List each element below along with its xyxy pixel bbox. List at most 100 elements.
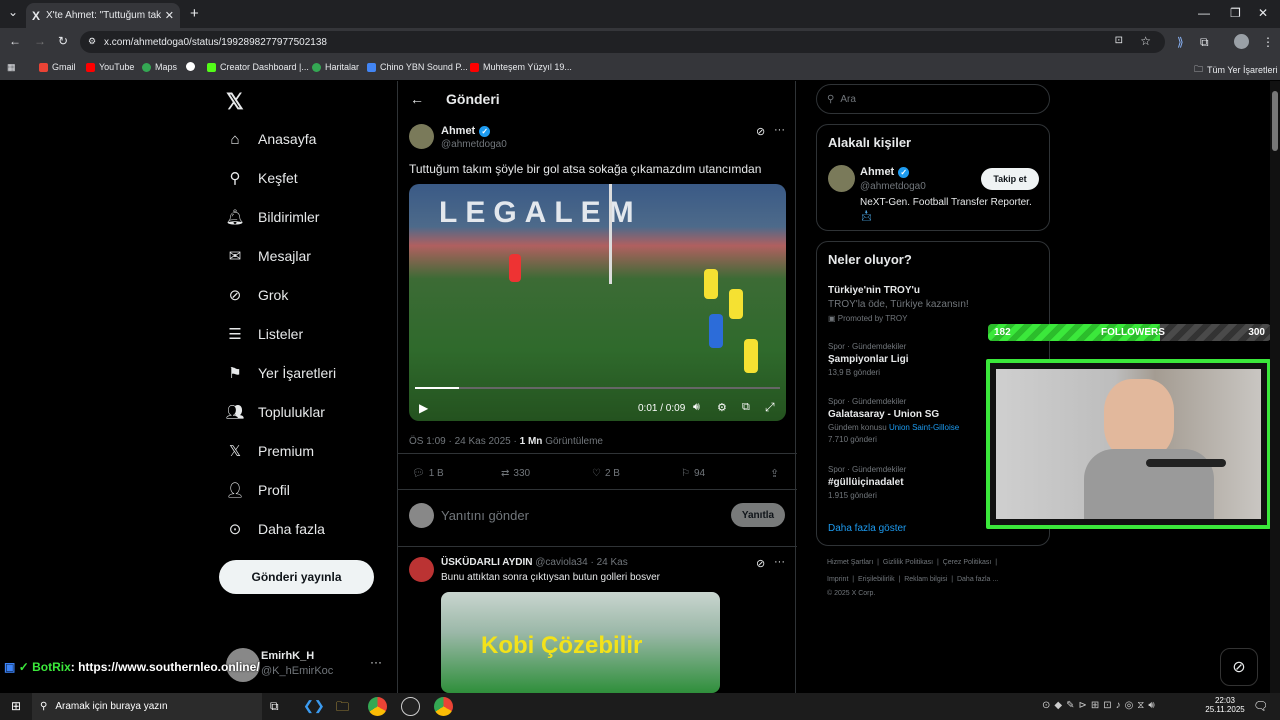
bookmark-action[interactable]: ⚐ 94: [681, 468, 705, 479]
like-action[interactable]: ♡ 2 B: [592, 468, 620, 479]
browser-tab[interactable]: X X'te Ahmet: "Tuttuğum takım ş ✕: [26, 3, 180, 28]
bookmark-muhtesem[interactable]: Muhteşem Yüzyıl 19...: [470, 62, 572, 72]
nav-bookmarks[interactable]: ⚑ Yer İşaretleri: [226, 364, 336, 382]
trend-item[interactable]: Spor · Gündemdekiler Şampiyonlar Ligi 13…: [828, 342, 909, 377]
nav-notifications[interactable]: 🔔︎ Bildirimler: [225, 208, 319, 226]
nav-premium[interactable]: 𝕏 Premium: [226, 442, 314, 460]
nav-grok[interactable]: ⊘ Grok: [226, 286, 289, 304]
post-more-icon[interactable]: ···: [774, 124, 785, 136]
footer-link[interactable]: Çerez Politikası: [943, 559, 992, 566]
nav-communities[interactable]: 👥︎ Topluluklar: [225, 403, 324, 421]
cast-icon[interactable]: ⟫: [1177, 35, 1184, 49]
bookmark-maps[interactable]: Maps: [142, 62, 177, 72]
bookmark-chino[interactable]: Chino YBN Sound P...: [367, 62, 468, 72]
clock[interactable]: 22:03 25.11.2025: [1205, 696, 1245, 714]
windows-start-icon[interactable]: ⊞: [11, 699, 21, 713]
author-avatar[interactable]: [409, 124, 434, 149]
nav-lists[interactable]: ☰ Listeler: [226, 325, 303, 343]
footer-link[interactable]: Imprint: [827, 576, 848, 583]
account-name: EmirhK_H: [261, 650, 315, 662]
footer-link[interactable]: Gizlilik Politikası: [883, 559, 933, 566]
star-icon[interactable]: ☆: [1140, 34, 1151, 48]
vscode-icon[interactable]: ❮❯: [303, 698, 325, 714]
scrollbar-thumb[interactable]: [1272, 91, 1278, 151]
reply-action[interactable]: 💬︎ 1 B: [412, 468, 444, 479]
back-arrow-icon[interactable]: ←: [410, 91, 424, 107]
reply-author-avatar[interactable]: [409, 557, 434, 582]
play-icon[interactable]: ▶: [419, 401, 428, 415]
site-info-icon[interactable]: ⚙: [88, 36, 96, 47]
video-player[interactable]: LEGALEM ▶ 0:01 / 0:09 🔊︎ ⚙ ⧉ ⤢: [409, 184, 786, 421]
nav-more[interactable]: ⊙ Daha fazla: [226, 520, 325, 538]
scrollbar[interactable]: [1270, 81, 1280, 693]
bookmark-creator-dashboard[interactable]: Creator Dashboard |...: [207, 62, 309, 72]
account-menu-icon[interactable]: ···: [370, 655, 382, 669]
task-view-icon[interactable]: ⧉: [270, 699, 279, 714]
back-icon[interactable]: ←: [9, 34, 21, 48]
obs-icon[interactable]: [401, 697, 420, 716]
nav-explore[interactable]: ⚲ Keşfet: [226, 169, 298, 187]
author-name-row[interactable]: Ahmet ✓: [441, 125, 491, 137]
forward-icon[interactable]: →: [34, 34, 46, 48]
restore-icon[interactable]: ❐: [1230, 6, 1241, 20]
tab-close-icon[interactable]: ✕: [165, 9, 174, 22]
close-window-icon[interactable]: ✕: [1258, 6, 1268, 20]
new-tab-icon[interactable]: +: [190, 5, 199, 22]
reply-author-row[interactable]: ÜSKÜDARLI AYDIN @caviola34 · 24 Kas: [441, 557, 628, 568]
apps-icon[interactable]: ▦: [7, 62, 16, 73]
pip-icon[interactable]: ⧉: [742, 401, 750, 414]
chrome-menu-icon[interactable]: ⋮: [1262, 35, 1274, 49]
followers-goal: 300: [1248, 327, 1265, 338]
bookmark-google[interactable]: [186, 62, 195, 71]
nav-profile[interactable]: 👤︎ Profil: [225, 481, 289, 499]
footer-link[interactable]: Erişilebilirlik: [858, 576, 895, 583]
related-handle: @ahmetdoga0: [860, 181, 926, 192]
follow-button[interactable]: Takip et: [981, 168, 1039, 190]
extensions-icon[interactable]: ⧉: [1200, 35, 1209, 50]
x-logo-icon[interactable]: 𝕏: [226, 89, 244, 115]
reply-input[interactable]: Yanıtını gönder: [441, 508, 529, 523]
footer-link[interactable]: Hizmet Şartları: [827, 559, 873, 566]
reply-image[interactable]: Kobi Çözebilir: [441, 592, 720, 693]
share-icon[interactable]: ⇪: [770, 467, 779, 480]
minimize-icon[interactable]: —: [1198, 6, 1210, 20]
footer-link[interactable]: Reklam bilgisi: [904, 576, 947, 583]
retweet-action[interactable]: ⇄ 330: [501, 468, 530, 479]
post-button[interactable]: Gönderi yayınla: [219, 560, 374, 594]
goalkeeper: [509, 254, 521, 282]
notifications-icon[interactable]: 🗨︎: [1253, 699, 1268, 713]
all-bookmarks[interactable]: 🗀 Tüm Yer İşaretleri: [1194, 62, 1278, 78]
volume-icon[interactable]: 🔊︎: [693, 401, 700, 414]
trend-item[interactable]: Türkiye'nin TROY'u TROY'la öde, Türkiye …: [828, 285, 969, 323]
tab-search-icon[interactable]: ⌄: [8, 5, 18, 19]
nav-messages[interactable]: ✉ Mesajlar: [226, 247, 311, 265]
file-explorer-icon[interactable]: 🗀: [336, 698, 349, 720]
show-more-link[interactable]: Daha fazla göster: [828, 523, 906, 534]
url-field[interactable]: ⚙ x.com/ahmetdoga0/status/19928982779775…: [80, 31, 1165, 53]
reply-more-icon[interactable]: ···: [774, 556, 785, 568]
profile-avatar[interactable]: [1234, 34, 1249, 49]
footer-link[interactable]: Daha fazla ...: [957, 576, 998, 583]
taskbar-search[interactable]: ⚲ Aramak için buraya yazın: [32, 693, 262, 720]
system-tray-icons[interactable]: ⊙◆✎⊳⊞⊡♪◎⧖🔊︎: [1042, 700, 1159, 711]
video-progress-track[interactable]: [415, 387, 780, 389]
nav-home[interactable]: ⌂ Anasayfa: [226, 130, 316, 148]
bookmark-gmail[interactable]: Gmail: [39, 62, 76, 72]
chrome-icon[interactable]: [434, 697, 453, 716]
install-icon[interactable]: ⊡: [1115, 35, 1123, 46]
main-column: ← Gönderi Ahmet ✓ @ahmetdoga0 ⊘ ··· Tutt…: [397, 81, 797, 693]
reply-button[interactable]: Yanıtla: [731, 503, 785, 527]
fullscreen-icon[interactable]: ⤢: [765, 400, 775, 415]
reload-icon[interactable]: ↻: [58, 34, 68, 48]
bookmark-haritalar[interactable]: Haritalar: [312, 62, 359, 72]
settings-gear-icon[interactable]: ⚙: [717, 401, 727, 414]
grok-explain-icon[interactable]: ⊘: [756, 557, 765, 570]
related-avatar[interactable]: [828, 165, 855, 192]
grok-float-button[interactable]: ⊘: [1220, 648, 1258, 686]
chrome-icon[interactable]: [368, 697, 387, 716]
bookmark-youtube[interactable]: YouTube: [86, 62, 134, 72]
search-box[interactable]: ⚲ Ara: [816, 84, 1050, 114]
grok-explain-icon[interactable]: ⊘: [756, 125, 765, 138]
related-name-row[interactable]: Ahmet ✓: [860, 166, 910, 178]
youtube-icon: [470, 62, 479, 72]
